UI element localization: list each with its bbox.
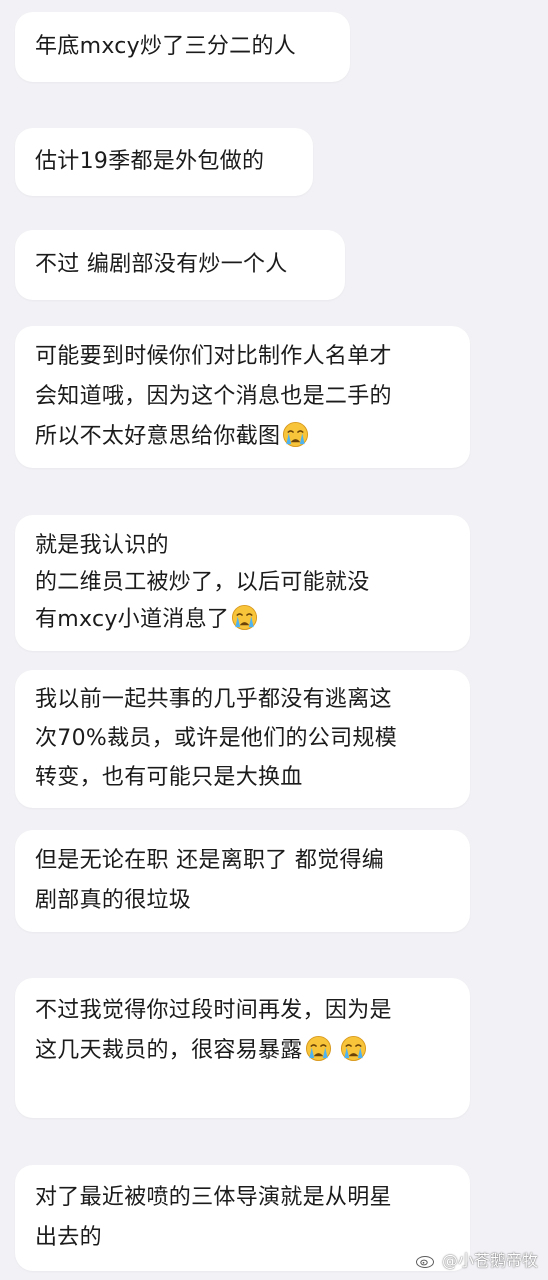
message-line: 转变，也有可能只是大换血 [35, 765, 303, 790]
message-line: 这几天裁员的，很容易暴露 [35, 1031, 450, 1071]
message-line-text: 这几天裁员的，很容易暴露 [35, 1038, 303, 1063]
watermark-text: @小苍鹅帝牧 [441, 1251, 538, 1270]
message-bubble-5: 就是我认识的 的二维员工被炒了，以后可能就没 有mxcy小道消息了 [15, 515, 470, 651]
message-line: 对了最近被喷的三体导演就是从明星 [35, 1185, 392, 1210]
message-bubble-7: 但是无论在职 还是离职了 都觉得编 剧部真的很垃圾 [15, 830, 470, 932]
message-bubble-2: 估计19季都是外包做的 [15, 128, 313, 196]
message-line: 所以不太好意思给你截图 [35, 417, 450, 457]
message-bubble-3: 不过 编剧部没有炒一个人 [15, 230, 345, 300]
message-bubble-6: 我以前一起共事的几乎都没有逃离这 次70%裁员，或许是他们的公司规模 转变，也有… [15, 670, 470, 808]
message-line: 的二维员工被炒了，以后可能就没 [35, 570, 370, 595]
message-line: 就是我认识的 [35, 533, 169, 558]
crying-face-icon [231, 604, 258, 631]
message-bubble-8: 不过我觉得你过段时间再发，因为是 这几天裁员的，很容易暴露 [15, 978, 470, 1118]
crying-face-icon [305, 1035, 332, 1062]
message-line: 但是无论在职 还是离职了 都觉得编 [35, 848, 385, 873]
message-bubble-1: 年底mxcy炒了三分二的人 [15, 12, 350, 82]
crying-face-icon [340, 1035, 367, 1062]
weibo-logo-icon [415, 1252, 438, 1268]
message-line: 有mxcy小道消息了 [35, 601, 450, 638]
message-bubble-4: 可能要到时候你们对比制作人名单才 会知道哦，因为这个消息也是二手的 所以不太好意… [15, 326, 470, 468]
message-line: 次70%裁员，或许是他们的公司规模 [35, 726, 397, 751]
message-line-text: 所以不太好意思给你截图 [35, 424, 281, 449]
crying-face-icon [282, 421, 309, 448]
message-line: 我以前一起共事的几乎都没有逃离这 [35, 687, 392, 712]
message-line: 年底mxcy炒了三分二的人 [35, 34, 297, 59]
message-line-text: 有mxcy小道消息了 [35, 607, 230, 632]
message-line: 不过我觉得你过段时间再发，因为是 [35, 998, 392, 1023]
message-line: 可能要到时候你们对比制作人名单才 [35, 344, 392, 369]
message-line: 不过 编剧部没有炒一个人 [35, 252, 288, 277]
message-line: 估计19季都是外包做的 [35, 149, 265, 174]
message-bubble-9: 对了最近被喷的三体导演就是从明星 出去的 [15, 1165, 470, 1271]
message-line: 会知道哦，因为这个消息也是二手的 [35, 384, 392, 409]
message-line: 出去的 [35, 1225, 102, 1250]
watermark: @小苍鹅帝牧 [415, 1246, 538, 1272]
message-line: 剧部真的很垃圾 [35, 888, 192, 913]
